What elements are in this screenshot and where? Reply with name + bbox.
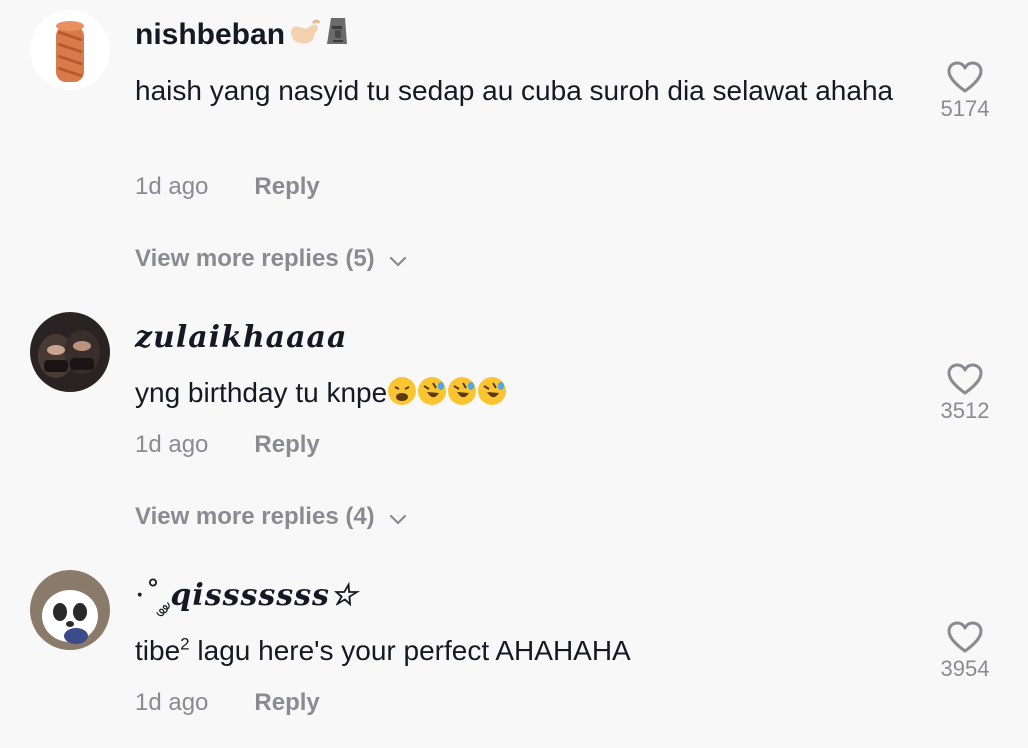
comment-text: haish yang nasyid tu sedap au cuba suroh… — [135, 75, 894, 106]
heart-icon — [947, 621, 983, 653]
like-button[interactable]: 3954 — [925, 620, 1005, 682]
like-button[interactable]: 5174 — [925, 60, 1005, 122]
reply-button[interactable]: Reply — [254, 689, 319, 716]
comment-time: 1d ago — [135, 689, 209, 716]
rolling-laughing-icon — [447, 375, 477, 418]
view-more-replies-button[interactable]: View more replies (5) — [135, 244, 407, 275]
comment-time: 1d ago — [135, 173, 209, 200]
moai-icon — [323, 16, 351, 56]
comment-time: 1d ago — [135, 431, 209, 458]
reply-button[interactable]: Reply — [254, 431, 319, 458]
heart-icon — [947, 363, 983, 395]
like-count: 3512 — [940, 398, 990, 423]
comment-username[interactable]: ·˚ ༘qisssssss☆ — [135, 579, 358, 613]
comment-text-rest: lagu here's your perfect AHAHAHA — [189, 635, 631, 666]
like-button[interactable]: 3512 — [925, 362, 1005, 424]
comment-username[interactable]: zulaikhaaaa — [135, 321, 347, 355]
comment-text-main: tibe — [135, 635, 181, 666]
comment-text-superscript: 2 — [180, 634, 190, 654]
comment-text-body: yng birthday tu knpe — [135, 377, 388, 408]
username-text: qisssssss☆ — [170, 578, 358, 613]
avatar[interactable] — [30, 570, 110, 650]
like-count: 5174 — [940, 96, 990, 121]
avatar-image — [30, 312, 110, 392]
view-more-replies-label: View more replies (5) — [135, 245, 375, 272]
comment-meta: 1d ago Reply — [135, 172, 320, 202]
comment-text: yng birthday tu knpe — [135, 371, 905, 418]
chevron-down-icon — [389, 503, 407, 533]
call-me-hand-icon — [287, 17, 321, 55]
comment-username[interactable]: nishbeban — [135, 16, 351, 56]
comment-meta: 1d ago Reply — [135, 430, 320, 460]
heart-icon — [947, 61, 983, 93]
avatar[interactable] — [30, 10, 110, 90]
username-text: nishbeban — [135, 17, 286, 51]
avatar[interactable] — [30, 312, 110, 392]
view-more-replies-label: View more replies (4) — [135, 503, 375, 530]
chevron-down-icon — [389, 245, 407, 275]
username-prefix: ·˚ ༘ — [135, 578, 171, 613]
avatar-image — [30, 10, 110, 90]
reply-button[interactable]: Reply — [254, 173, 319, 200]
like-count: 3954 — [940, 656, 990, 681]
view-more-replies-button[interactable]: View more replies (4) — [135, 502, 407, 533]
rolling-laughing-icon — [477, 375, 507, 418]
comment-meta: 1d ago Reply — [135, 688, 320, 718]
comment-text: tibe2 lagu here's your perfect AHAHAHA — [135, 629, 905, 672]
weary-face-icon — [387, 375, 417, 418]
rolling-laughing-icon — [417, 375, 447, 418]
avatar-image — [30, 570, 110, 650]
